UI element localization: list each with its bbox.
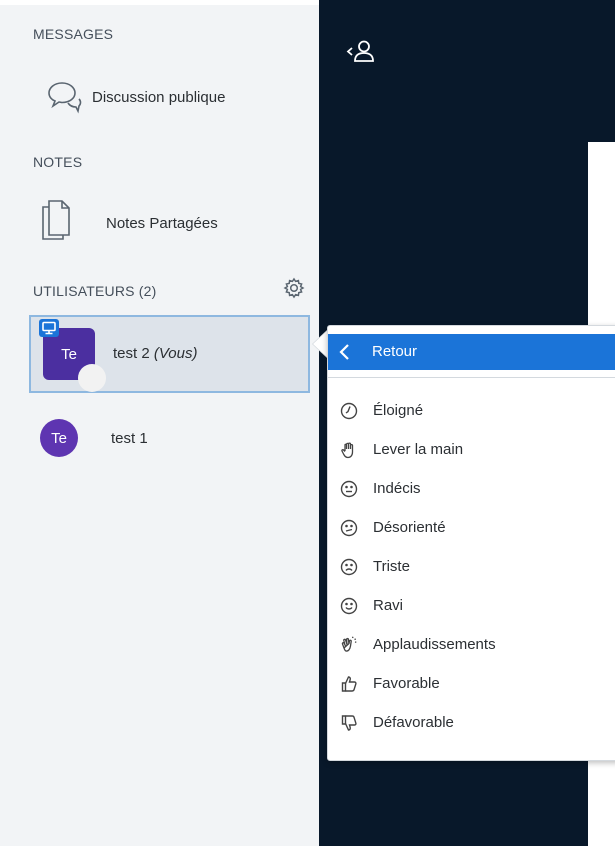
- status-item-confused[interactable]: Désorienté: [328, 511, 615, 545]
- hand-icon: [341, 442, 354, 459]
- status-menu: Retour Éloigné Lever la main Indécis Dés…: [327, 325, 615, 761]
- status-item-undecided[interactable]: Indécis: [328, 472, 615, 506]
- back-button[interactable]: Retour: [328, 334, 615, 370]
- notes-section-title: NOTES: [33, 154, 83, 170]
- gear-icon[interactable]: [283, 277, 305, 299]
- status-label: Applaudissements: [373, 636, 496, 653]
- sidebar-top-strip: [0, 0, 319, 5]
- status-label: Défavorable: [373, 714, 454, 731]
- avatar: Te: [40, 419, 78, 457]
- applause-icon: [341, 636, 357, 652]
- shared-notes-label: Notes Partagées: [106, 215, 218, 232]
- confused-face-icon: [340, 519, 358, 537]
- status-label: Désorienté: [373, 519, 446, 536]
- messages-section-title: MESSAGES: [33, 26, 114, 42]
- status-label: Indécis: [373, 480, 421, 497]
- status-item-sad[interactable]: Triste: [328, 550, 615, 584]
- status-item-raise-hand[interactable]: Lever la main: [328, 433, 615, 467]
- status-label: Lever la main: [373, 441, 464, 458]
- chevron-left-icon: [339, 344, 349, 360]
- user-list-toggle-icon[interactable]: [345, 38, 381, 64]
- status-item-away[interactable]: Éloigné: [328, 394, 615, 428]
- thumbs-down-icon: [341, 715, 357, 731]
- sidebar: MESSAGES Discussion publique NOTES Notes…: [0, 0, 319, 846]
- public-chat-item[interactable]: Discussion publique: [29, 72, 310, 120]
- status-item-thumbs-down[interactable]: Défavorable: [328, 706, 615, 740]
- clock-icon: [340, 402, 358, 420]
- status-label: Ravi: [373, 597, 404, 614]
- status-item-thumbs-up[interactable]: Favorable: [328, 667, 615, 701]
- avatar-initials: Te: [61, 345, 77, 363]
- neutral-face-icon: [340, 480, 358, 498]
- status-label: Éloigné: [373, 402, 424, 419]
- presenter-screen-icon: [39, 319, 59, 337]
- sad-face-icon: [340, 558, 358, 576]
- avatar-initials: Te: [51, 429, 67, 447]
- menu-pointer: [313, 330, 328, 358]
- user-name: test 2 (Vous): [113, 345, 198, 362]
- status-item-happy[interactable]: Ravi: [328, 589, 615, 623]
- user-item-test-1[interactable]: Te test 1: [29, 403, 310, 481]
- chat-bubbles-icon: [48, 82, 82, 114]
- thumbs-up-icon: [341, 676, 357, 692]
- voice-status-indicator: [78, 364, 106, 392]
- user-name: test 1: [111, 430, 148, 447]
- users-section-title: UTILISATEURS (2): [33, 283, 157, 299]
- back-label: Retour: [372, 343, 418, 360]
- menu-divider: [328, 377, 615, 378]
- status-item-applause[interactable]: Applaudissements: [328, 628, 615, 662]
- you-tag: (Vous): [153, 345, 198, 362]
- status-label: Favorable: [373, 675, 440, 692]
- public-chat-label: Discussion publique: [92, 89, 226, 106]
- notes-document-icon: [42, 200, 70, 240]
- user-item-test-2[interactable]: Te test 2 (Vous): [29, 315, 310, 393]
- status-label: Triste: [373, 558, 410, 575]
- shared-notes-item[interactable]: Notes Partagées: [29, 195, 310, 247]
- happy-face-icon: [340, 597, 358, 615]
